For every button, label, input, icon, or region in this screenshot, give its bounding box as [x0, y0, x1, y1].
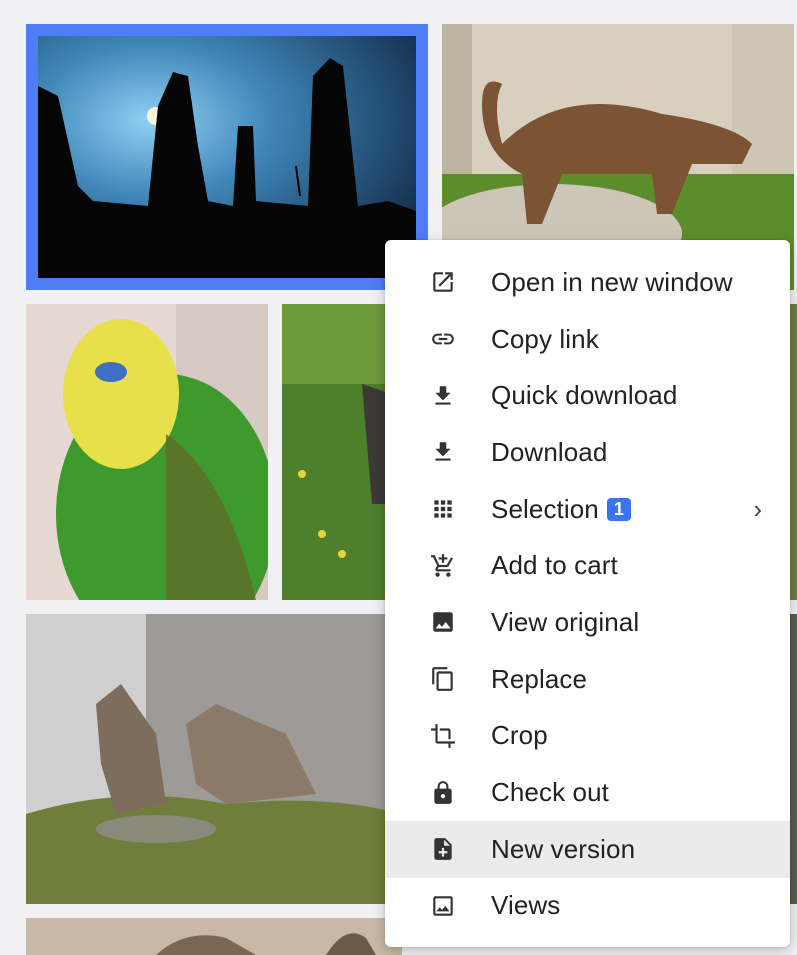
menu-item-copy-link[interactable]: Copy link [385, 311, 790, 368]
asset-tile-climbers[interactable] [26, 24, 428, 290]
menu-item-label: Open in new window [491, 266, 733, 297]
menu-item-open-new-window[interactable]: Open in new window [385, 254, 790, 311]
menu-item-label: View original [491, 606, 640, 637]
menu-item-crop[interactable]: Crop [385, 708, 790, 765]
link-icon [429, 325, 457, 353]
menu-item-label: Add to cart [491, 550, 618, 581]
cat-image [26, 918, 402, 955]
menu-item-view-original[interactable]: View original [385, 594, 790, 651]
grid-icon [429, 495, 457, 523]
menu-item-label: Replace [491, 663, 588, 694]
menu-item-download[interactable]: Download [385, 424, 790, 481]
crop-icon [429, 722, 457, 750]
menu-item-label: Copy link [491, 323, 599, 354]
copy-icon [429, 665, 457, 693]
add-cart-icon [429, 552, 457, 580]
asset-tile-budgie[interactable] [26, 304, 268, 600]
menu-item-label: Download [491, 436, 608, 467]
menu-item-label: Quick download [491, 380, 678, 411]
image-icon [429, 608, 457, 636]
asset-tile-meadow[interactable] [282, 304, 402, 600]
climbers-image [38, 36, 416, 278]
file-add-icon [429, 835, 457, 863]
menu-item-quick-download[interactable]: Quick download [385, 367, 790, 424]
menu-item-check-out[interactable]: Check out [385, 764, 790, 821]
menu-item-selection[interactable]: Selection 1 › [385, 481, 790, 538]
menu-item-label: New version [491, 833, 636, 864]
asset-tile-cat[interactable] [26, 918, 402, 955]
menu-item-label: Crop [491, 720, 548, 751]
lock-icon [429, 779, 457, 807]
meadow-image [282, 304, 402, 600]
menu-item-replace[interactable]: Replace [385, 651, 790, 708]
context-menu: Open in new window Copy link Quick downl… [385, 240, 790, 947]
budgie-image [26, 304, 268, 600]
download-icon [429, 438, 457, 466]
selection-label: Selection [491, 493, 599, 524]
menu-item-new-version[interactable]: New version [385, 820, 790, 878]
selection-count-badge: 1 [606, 497, 631, 521]
menu-item-label: Selection 1 [491, 494, 631, 525]
wolves-image [26, 614, 402, 904]
chevron-right-icon: › [753, 493, 762, 524]
image-outline-icon [429, 892, 457, 920]
menu-item-label: Check out [491, 777, 609, 808]
menu-item-views[interactable]: Views [385, 878, 790, 935]
asset-tile-wolves[interactable] [26, 614, 402, 904]
open-new-window-icon [429, 268, 457, 296]
menu-item-add-to-cart[interactable]: Add to cart [385, 537, 790, 594]
download-icon [429, 382, 457, 410]
menu-item-label: Views [491, 890, 561, 921]
